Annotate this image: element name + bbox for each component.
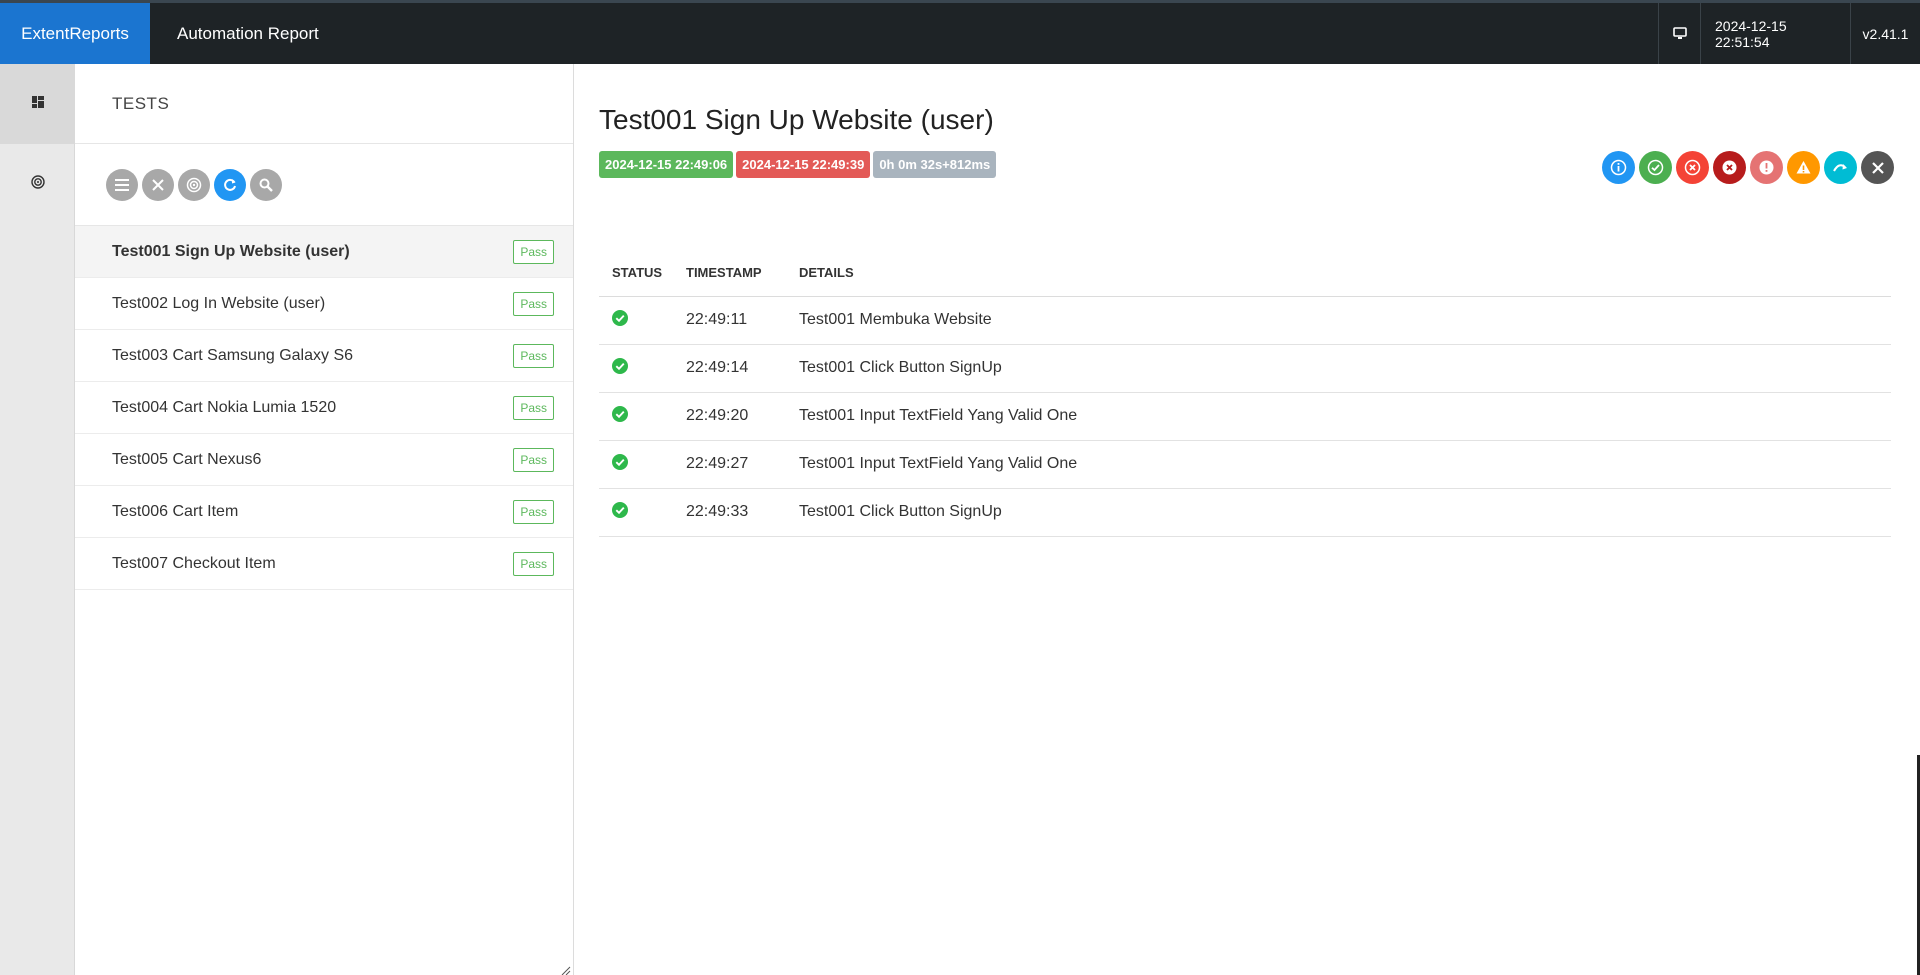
- test-list-item[interactable]: Test003 Cart Samsung Galaxy S6 Pass: [75, 330, 573, 382]
- top-right-bar: 2024-12-15 22:51:54 v2.41.1: [1658, 3, 1920, 64]
- duration-badge: 0h 0m 32s+812ms: [873, 151, 997, 178]
- status-badge: Pass: [513, 343, 554, 368]
- report-name: Automation Report: [177, 23, 319, 43]
- pass-check-icon: [612, 357, 628, 378]
- log-timestamp: 22:49:11: [673, 296, 786, 345]
- time-badges: 2024-12-15 22:49:06 2024-12-15 22:49:39 …: [599, 151, 997, 178]
- monitor-icon[interactable]: [1658, 3, 1700, 64]
- end-time-badge: 2024-12-15 22:49:39: [736, 151, 871, 178]
- test-title: Test001 Sign Up Website (user): [599, 104, 994, 135]
- log-status: [599, 392, 673, 441]
- log-timestamp: 22:49:33: [673, 488, 786, 537]
- log-row: 22:49:20 Test001 Input TextField Yang Va…: [599, 392, 1891, 441]
- warning-filter-icon[interactable]: [1787, 151, 1820, 184]
- brand-logo[interactable]: ExtentReports: [0, 3, 150, 64]
- pass-check-icon: [612, 453, 628, 474]
- search-icon[interactable]: [250, 168, 282, 201]
- info-filter-icon[interactable]: [1602, 151, 1635, 184]
- log-details: Test001 Click Button SignUp: [786, 488, 1891, 537]
- clear-filter-icon[interactable]: [1861, 151, 1894, 184]
- pass-check-icon: [612, 501, 628, 522]
- log-status: [599, 344, 673, 393]
- nav-item-tests[interactable]: [0, 144, 75, 224]
- report-datetime: 2024-12-15 22:51:54: [1700, 3, 1850, 64]
- log-details: Test001 Input TextField Yang Valid One: [786, 392, 1891, 441]
- log-table-header: STATUS TIMESTAMP DETAILS: [599, 249, 1891, 297]
- target-icon: [30, 174, 45, 194]
- log-table: STATUS TIMESTAMP DETAILS 22:49:11 Test00…: [599, 249, 1891, 537]
- test-list-item[interactable]: Test006 Cart Item Pass: [75, 486, 573, 538]
- test-list-item[interactable]: Test007 Checkout Item Pass: [75, 538, 573, 590]
- status-badge: Pass: [513, 239, 554, 264]
- test-name: Test001 Sign Up Website (user): [112, 242, 350, 260]
- status-badge: Pass: [513, 551, 554, 576]
- log-status: [599, 296, 673, 345]
- left-nav: [0, 64, 75, 975]
- fatal-filter-icon[interactable]: [1713, 151, 1746, 184]
- top-bar: ExtentReports Automation Report 2024-12-…: [0, 0, 1920, 64]
- error-filter-icon[interactable]: [1750, 151, 1783, 184]
- column-header-details: DETAILS: [786, 249, 1891, 297]
- status-badge: Pass: [513, 447, 554, 472]
- log-details: Test001 Membuka Website: [786, 296, 1891, 345]
- list-icon[interactable]: [106, 168, 138, 201]
- close-icon[interactable]: [142, 168, 174, 201]
- test-name: Test007 Checkout Item: [112, 554, 276, 572]
- log-details: Test001 Click Button SignUp: [786, 344, 1891, 393]
- version-label: v2.41.1: [1850, 3, 1920, 64]
- status-badge: Pass: [513, 395, 554, 420]
- log-row: 22:49:27 Test001 Input TextField Yang Va…: [599, 440, 1891, 489]
- log-timestamp: 22:49:14: [673, 344, 786, 393]
- pass-check-icon: [612, 309, 628, 330]
- skip-filter-icon[interactable]: [1824, 151, 1857, 184]
- test-list-item[interactable]: Test004 Cart Nokia Lumia 1520 Pass: [75, 382, 573, 434]
- pass-check-icon: [612, 405, 628, 426]
- status-filter-group: [1602, 151, 1894, 184]
- dashboard-icon: [31, 95, 44, 113]
- test-name: Test002 Log In Website (user): [112, 294, 326, 312]
- tests-title: TESTS: [75, 64, 573, 144]
- log-row: 22:49:11 Test001 Membuka Website: [599, 296, 1891, 345]
- start-time-badge: 2024-12-15 22:49:06: [599, 151, 734, 178]
- column-header-status: STATUS: [599, 249, 673, 297]
- tests-toolbar: [75, 144, 573, 226]
- test-name: Test004 Cart Nokia Lumia 1520: [112, 398, 337, 416]
- test-list-item[interactable]: Test002 Log In Website (user) Pass: [75, 278, 573, 330]
- pass-filter-icon[interactable]: [1639, 151, 1672, 184]
- test-name: Test005 Cart Nexus6: [112, 450, 262, 468]
- refresh-icon[interactable]: [214, 168, 246, 201]
- test-name: Test003 Cart Samsung Galaxy S6: [112, 346, 354, 364]
- log-status: [599, 488, 673, 537]
- log-row: 22:49:33 Test001 Click Button SignUp: [599, 488, 1891, 537]
- column-header-timestamp: TIMESTAMP: [673, 249, 786, 297]
- log-details: Test001 Input TextField Yang Valid One: [786, 440, 1891, 489]
- log-timestamp: 22:49:27: [673, 440, 786, 489]
- nav-item-dashboard[interactable]: [0, 64, 75, 144]
- tests-panel: TESTS Test001 Sign Up Website (user) Pas…: [75, 64, 574, 975]
- resize-handle-icon[interactable]: [561, 963, 571, 975]
- log-row: 22:49:14 Test001 Click Button SignUp: [599, 344, 1891, 393]
- test-detail-panel: Test001 Sign Up Website (user) 2024-12-1…: [574, 64, 1920, 975]
- test-list-item[interactable]: Test001 Sign Up Website (user) Pass: [75, 226, 573, 278]
- log-status: [599, 440, 673, 489]
- fail-filter-icon[interactable]: [1676, 151, 1709, 184]
- status-badge: Pass: [513, 499, 554, 524]
- status-badge: Pass: [513, 291, 554, 316]
- test-list: Test001 Sign Up Website (user) Pass Test…: [75, 226, 573, 590]
- log-timestamp: 22:49:20: [673, 392, 786, 441]
- test-name: Test006 Cart Item: [112, 502, 239, 520]
- target-icon[interactable]: [178, 168, 210, 201]
- test-list-item[interactable]: Test005 Cart Nexus6 Pass: [75, 434, 573, 486]
